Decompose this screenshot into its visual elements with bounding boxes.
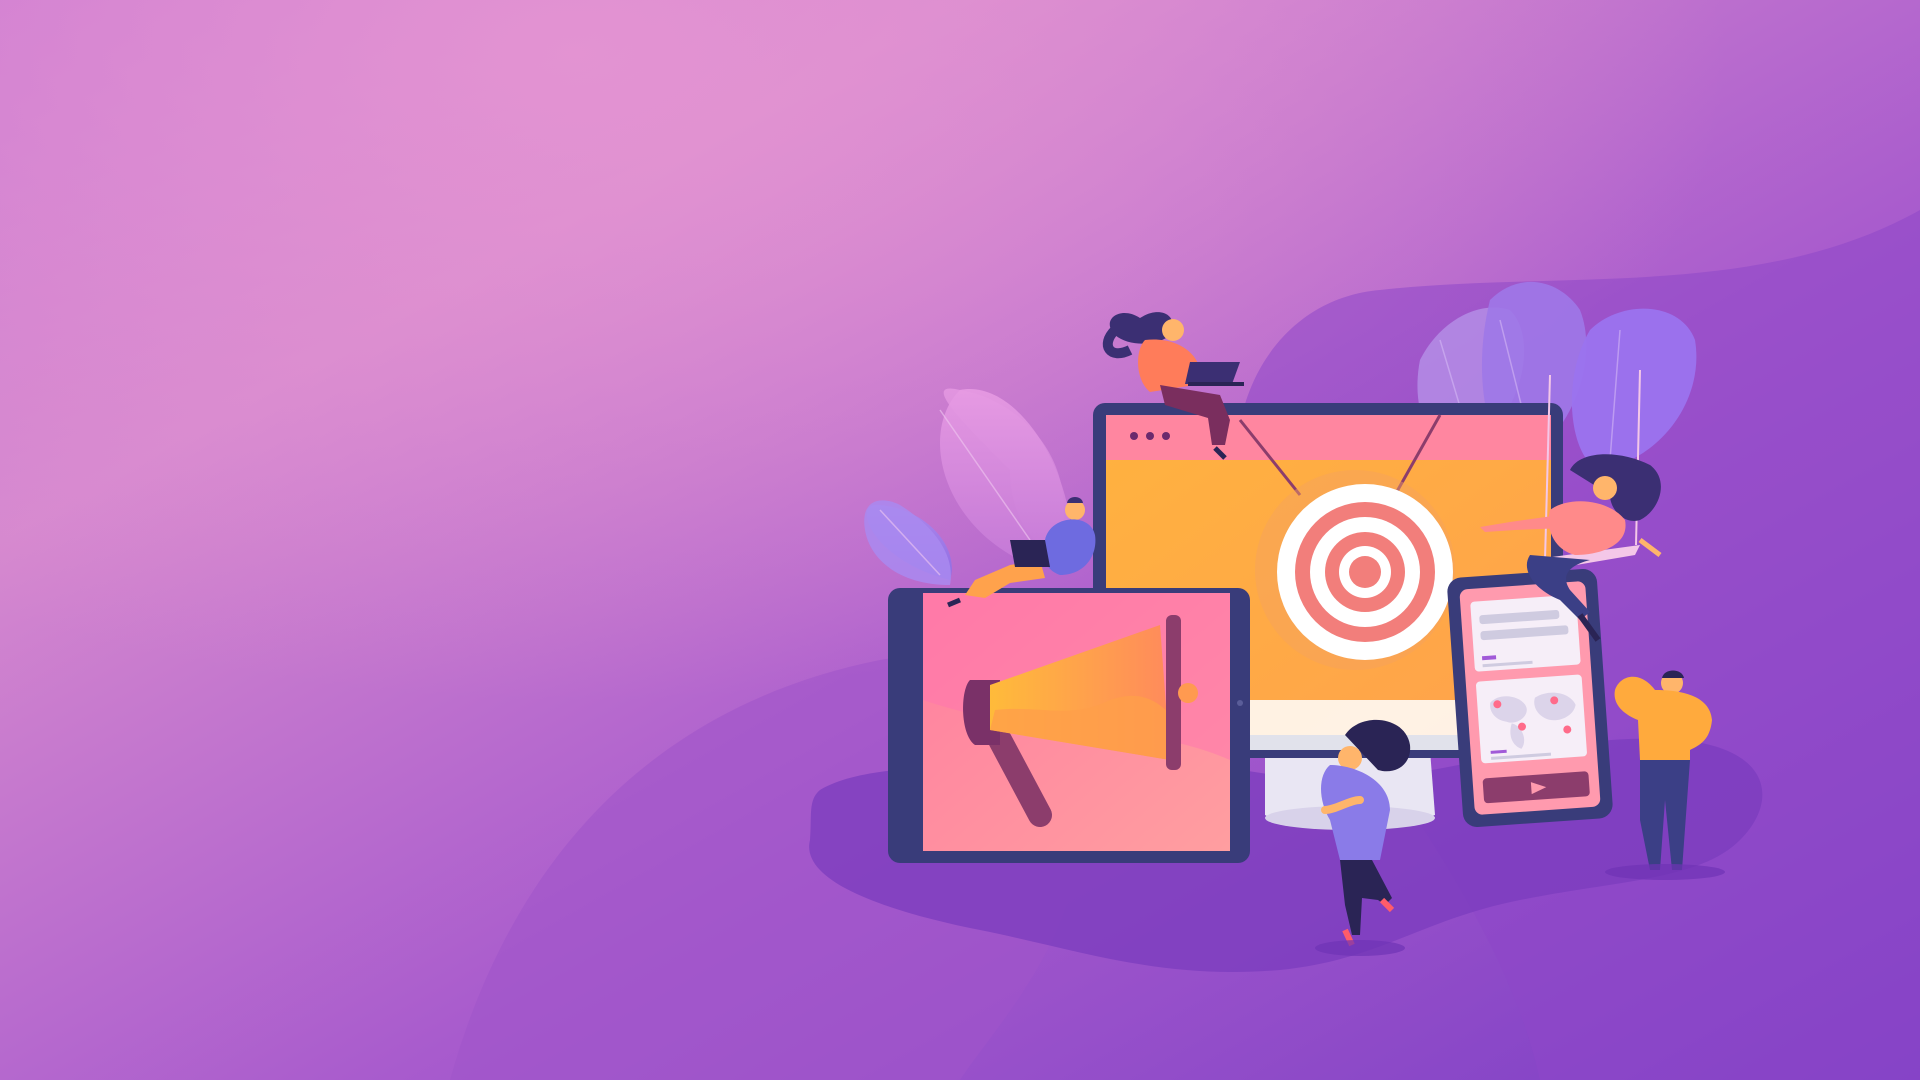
mobile-phone — [1447, 569, 1613, 827]
tablet-device — [888, 588, 1250, 863]
marketing-illustration — [0, 0, 1920, 1080]
world-map-icon — [1476, 674, 1587, 764]
browser-dot-icon — [1146, 432, 1154, 440]
browser-dot-icon — [1130, 432, 1138, 440]
hero-illustration — [0, 0, 1920, 1080]
browser-dot-icon — [1162, 432, 1170, 440]
browser-bar — [1106, 415, 1551, 460]
